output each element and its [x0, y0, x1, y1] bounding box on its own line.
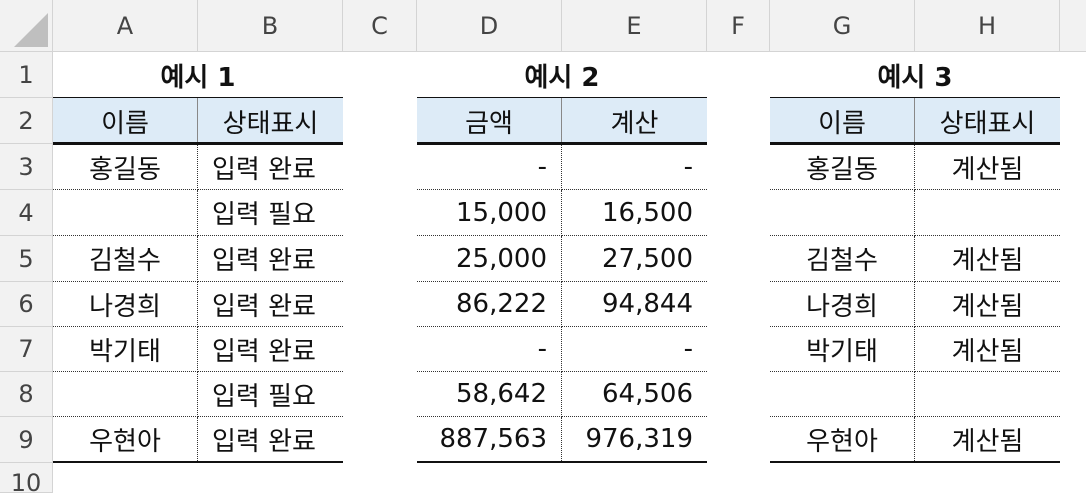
row-header-8[interactable]: 8 — [0, 372, 53, 417]
column-header-d[interactable]: D — [417, 0, 562, 52]
example2-amount-cell[interactable]: - — [417, 145, 562, 190]
example3-status-cell[interactable]: 계산됨 — [915, 282, 1060, 327]
example1-name-cell[interactable] — [53, 372, 198, 417]
example2-amount-cell[interactable]: 86,222 — [417, 282, 562, 327]
example1-name-cell[interactable] — [53, 190, 198, 236]
example1-name-cell[interactable]: 박기태 — [53, 327, 198, 372]
example3-name-cell[interactable]: 우현아 — [770, 417, 915, 461]
row-header-6[interactable]: 6 — [0, 282, 53, 327]
example3-name-cell[interactable] — [770, 190, 915, 236]
example3-status-cell[interactable]: 계산됨 — [915, 417, 1060, 461]
column-header-next[interactable] — [1060, 0, 1086, 52]
example1-status-cell[interactable]: 입력 완료 — [198, 327, 343, 372]
example3-name-cell[interactable]: 김철수 — [770, 236, 915, 282]
example1-title[interactable]: 예시 1 — [53, 52, 343, 98]
example2-calc-cell[interactable]: 27,500 — [562, 236, 707, 282]
column-header-a[interactable]: A — [53, 0, 198, 52]
row-header-4[interactable]: 4 — [0, 190, 53, 236]
example2-title[interactable]: 예시 2 — [417, 52, 707, 98]
column-header-f[interactable]: F — [707, 0, 770, 52]
example2-calc-cell[interactable]: 976,319 — [562, 417, 707, 461]
example3-status-cell[interactable]: 계산됨 — [915, 145, 1060, 190]
example2-amount-cell[interactable]: 25,000 — [417, 236, 562, 282]
example1-status-cell[interactable]: 입력 완료 — [198, 282, 343, 327]
row-header-3[interactable]: 3 — [0, 144, 53, 190]
example1-header-name[interactable]: 이름 — [53, 98, 198, 144]
row-header-9[interactable]: 9 — [0, 417, 53, 463]
example2-header-amount[interactable]: 금액 — [417, 98, 562, 144]
example2-calc-cell[interactable]: 64,506 — [562, 372, 707, 417]
example2-amount-cell[interactable]: 887,563 — [417, 417, 562, 461]
example1-status-cell[interactable]: 입력 필요 — [198, 372, 343, 417]
example3-status-cell[interactable]: 계산됨 — [915, 327, 1060, 372]
column-header-c[interactable]: C — [343, 0, 417, 52]
example3-name-cell[interactable]: 박기태 — [770, 327, 915, 372]
example3-title[interactable]: 예시 3 — [770, 52, 1060, 98]
column-header-h[interactable]: H — [915, 0, 1060, 52]
example2-calc-cell[interactable]: 16,500 — [562, 190, 707, 236]
example2-amount-cell[interactable]: - — [417, 327, 562, 372]
example2-calc-cell[interactable]: - — [562, 327, 707, 372]
example3-status-cell[interactable]: 계산됨 — [915, 236, 1060, 282]
example2-calc-cell[interactable]: - — [562, 145, 707, 190]
row-header-10[interactable]: 10 — [0, 463, 53, 497]
row-header-1[interactable]: 1 — [0, 52, 53, 98]
example1-status-cell[interactable]: 입력 필요 — [198, 190, 343, 236]
row-header-5[interactable]: 5 — [0, 236, 53, 282]
example1-status-cell[interactable]: 입력 완료 — [198, 417, 343, 461]
example1-name-cell[interactable]: 나경희 — [53, 282, 198, 327]
row-header-7[interactable]: 7 — [0, 327, 53, 372]
example2-calc-cell[interactable]: 94,844 — [562, 282, 707, 327]
column-header-e[interactable]: E — [562, 0, 707, 52]
example2-amount-cell[interactable]: 58,642 — [417, 372, 562, 417]
select-all-corner[interactable] — [0, 0, 53, 52]
example3-status-cell[interactable] — [915, 190, 1060, 236]
example1-status-cell[interactable]: 입력 완료 — [198, 236, 343, 282]
example1-name-cell[interactable]: 김철수 — [53, 236, 198, 282]
example3-name-cell[interactable] — [770, 372, 915, 417]
example1-header-status[interactable]: 상태표시 — [198, 98, 343, 144]
column-header-g[interactable]: G — [770, 0, 915, 52]
example3-name-cell[interactable]: 홍길동 — [770, 145, 915, 190]
example3-header-status[interactable]: 상태표시 — [915, 98, 1060, 144]
select-all-triangle-icon — [14, 13, 48, 47]
example1-name-cell[interactable]: 우현아 — [53, 417, 198, 461]
example3-header-name[interactable]: 이름 — [770, 98, 915, 144]
example2-amount-cell[interactable]: 15,000 — [417, 190, 562, 236]
example3-status-cell[interactable] — [915, 372, 1060, 417]
row-header-2[interactable]: 2 — [0, 98, 53, 144]
example3-name-cell[interactable]: 나경희 — [770, 282, 915, 327]
column-header-b[interactable]: B — [198, 0, 343, 52]
example2-header-calc[interactable]: 계산 — [562, 98, 707, 144]
example1-status-cell[interactable]: 입력 완료 — [198, 145, 343, 190]
spreadsheet-grid: A B C D E F G H 1 2 3 4 5 6 7 8 9 10 예시 … — [0, 0, 1086, 497]
example1-name-cell[interactable]: 홍길동 — [53, 145, 198, 190]
